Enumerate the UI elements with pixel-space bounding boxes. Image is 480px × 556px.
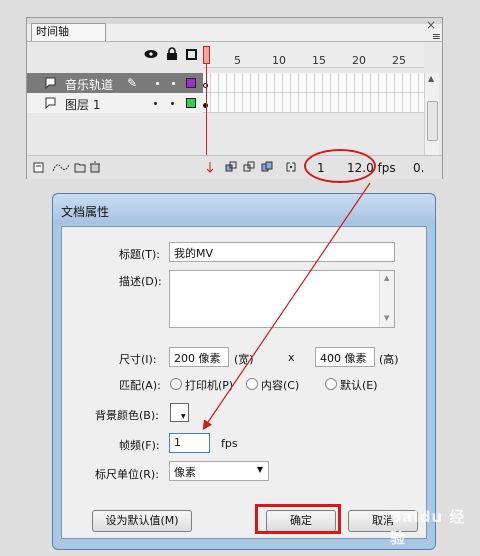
bg-color-swatch[interactable]: ▼ bbox=[170, 403, 189, 422]
visibility-dot[interactable] bbox=[154, 102, 157, 105]
width-input[interactable]: 200 像素 bbox=[169, 347, 229, 367]
swatch-dropdown-icon: ▼ bbox=[181, 413, 186, 420]
description-textarea[interactable] bbox=[169, 270, 395, 328]
ruler-number: 5 bbox=[234, 54, 241, 67]
make-default-button[interactable]: 设为默认值(M) bbox=[92, 510, 192, 532]
ruler-number: 10 bbox=[272, 54, 286, 67]
layer-page-icon bbox=[45, 77, 56, 89]
scroll-thumb[interactable] bbox=[427, 101, 438, 141]
frames-area[interactable]: 1 5 10 15 20 25 bbox=[203, 42, 424, 172]
radio-content-label[interactable]: 内容(C) bbox=[261, 377, 299, 393]
tab-timeline[interactable]: 时间轴 bbox=[31, 23, 106, 41]
timeline-status-bar: 1 12.0 fps 0. bbox=[27, 155, 442, 179]
match-label: 匹配(A): bbox=[119, 379, 161, 392]
layer-row-1[interactable]: 图层 1 bbox=[27, 93, 203, 113]
radio-default-label[interactable]: 默认(E) bbox=[340, 377, 378, 393]
description-label: 描述(D): bbox=[119, 275, 162, 288]
dialog-title: 文档属性 bbox=[61, 205, 110, 219]
frame-rate-unit: fps bbox=[221, 437, 238, 450]
size-label: 尺寸(I): bbox=[119, 353, 157, 366]
lock-dot[interactable] bbox=[171, 102, 174, 105]
outline-icon[interactable] bbox=[186, 49, 197, 60]
bg-color-label: 背景颜色(B): bbox=[95, 409, 159, 422]
layer-name: 图层 1 bbox=[65, 98, 101, 112]
ruler-units-select[interactable]: 像素 ▼ bbox=[169, 461, 269, 481]
layer-color-swatch[interactable] bbox=[186, 98, 196, 108]
layer-row-music[interactable]: 音乐轨道 ✎ bbox=[27, 73, 203, 93]
document-properties-dialog: 文档属性 标题(T): 我的MV 描述(D): ▲ ▼ 尺寸(I): 200 像… bbox=[52, 193, 436, 550]
frame-ruler[interactable]: 1 5 10 15 20 25 bbox=[203, 42, 424, 68]
pencil-icon: ✎ bbox=[127, 76, 138, 90]
onion-skin-icon[interactable] bbox=[225, 161, 237, 173]
cancel-button[interactable]: 取消 bbox=[348, 510, 418, 532]
timeline-panel: 时间轴 × ≡ 音乐轨道 ✎ 图层 1 5 10 15 20 25 ▲ 1 12… bbox=[26, 17, 443, 179]
ruler-number: 15 bbox=[312, 54, 326, 67]
ok-button[interactable]: 确定 bbox=[266, 510, 336, 532]
ruler-units-value: 像素 bbox=[174, 466, 196, 479]
eye-icon[interactable] bbox=[144, 47, 158, 61]
playhead[interactable] bbox=[203, 46, 210, 64]
lock-icon[interactable] bbox=[166, 47, 178, 61]
radio-default[interactable] bbox=[325, 378, 337, 390]
center-frame-icon[interactable] bbox=[204, 161, 216, 173]
motion-guide-icon[interactable] bbox=[51, 161, 71, 173]
current-frame: 1 bbox=[317, 161, 325, 175]
layer-color-swatch[interactable] bbox=[186, 78, 196, 88]
new-layer-icon[interactable] bbox=[33, 161, 45, 173]
onion-outline-icon[interactable] bbox=[243, 161, 255, 173]
elapsed-time: 0. bbox=[413, 161, 425, 175]
radio-content[interactable] bbox=[246, 378, 258, 390]
height-unit: (高) bbox=[379, 353, 399, 366]
height-input[interactable]: 400 像素 bbox=[315, 347, 375, 367]
ruler-number: 25 bbox=[392, 54, 406, 67]
modify-markers-icon[interactable] bbox=[285, 161, 297, 173]
timeline-body: 音乐轨道 ✎ 图层 1 1 5 10 15 20 25 bbox=[27, 41, 442, 179]
title-input[interactable]: 我的MV bbox=[169, 242, 395, 262]
ruler-number: 20 bbox=[352, 54, 366, 67]
visibility-dot[interactable] bbox=[156, 82, 159, 85]
layer-name: 音乐轨道 bbox=[65, 78, 114, 92]
size-separator: x bbox=[288, 351, 295, 364]
chevron-down-icon: ▼ bbox=[256, 465, 263, 474]
scroll-down-icon[interactable]: ▼ bbox=[384, 314, 389, 322]
dialog-body: 标题(T): 我的MV 描述(D): ▲ ▼ 尺寸(I): 200 像素 (宽)… bbox=[61, 226, 427, 539]
title-label: 标题(T): bbox=[119, 248, 161, 261]
new-folder-icon[interactable] bbox=[74, 161, 86, 173]
dialog-titlebar[interactable] bbox=[53, 194, 435, 224]
description-scrollbar[interactable]: ▲ ▼ bbox=[379, 271, 394, 327]
radio-printer[interactable] bbox=[170, 378, 182, 390]
frame-row-music[interactable] bbox=[203, 73, 424, 93]
ruler-units-label: 标尺单位(R): bbox=[95, 468, 159, 481]
edit-multiple-frames-icon[interactable] bbox=[261, 161, 273, 173]
frame-rate-label: 帧频(F): bbox=[119, 439, 160, 452]
delete-layer-icon[interactable] bbox=[89, 161, 101, 173]
scroll-up-icon[interactable]: ▲ bbox=[384, 274, 389, 282]
lock-dot[interactable] bbox=[172, 82, 175, 85]
scroll-up-icon[interactable]: ▲ bbox=[428, 74, 434, 83]
layer-header bbox=[27, 42, 203, 68]
layer-page-icon bbox=[45, 97, 56, 109]
frame-rate-input[interactable]: 1 bbox=[169, 433, 210, 453]
radio-printer-label[interactable]: 打印机(P) bbox=[185, 377, 233, 393]
frame-rate-readout[interactable]: 12.0 fps bbox=[347, 161, 396, 175]
width-unit: (宽) bbox=[234, 353, 254, 366]
frame-row-layer1[interactable] bbox=[203, 93, 424, 113]
